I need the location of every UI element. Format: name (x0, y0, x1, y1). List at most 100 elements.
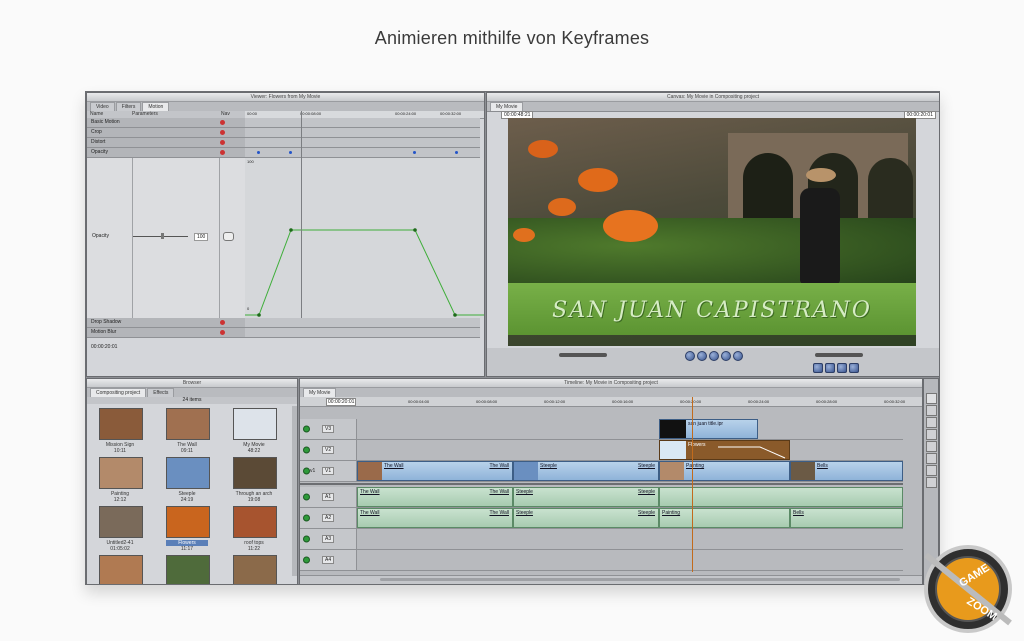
track-visibility-icon[interactable] (303, 425, 310, 433)
keyframe-marker[interactable] (455, 151, 458, 154)
transport-controls (685, 351, 743, 361)
timeline-ruler[interactable]: 00:00:20:01 00:00:04:00 00:00:08:00 00:0… (300, 397, 922, 407)
keyframe-marker[interactable] (289, 151, 292, 154)
shuttle-control[interactable] (559, 353, 607, 357)
track-visibility-icon[interactable] (303, 446, 310, 454)
track-visibility-icon[interactable] (303, 467, 310, 475)
browser-clip[interactable] (233, 555, 277, 584)
reset-icon[interactable] (220, 140, 225, 145)
keyframe-marker[interactable] (257, 151, 260, 154)
browser-clip[interactable]: roof tops 11:22 (233, 506, 277, 552)
page-headline: Animieren mithilfe von Keyframes (374, 28, 650, 48)
param-row-motion-blur[interactable]: Motion Blur (87, 328, 480, 338)
tab-effects[interactable]: Effects (147, 388, 175, 397)
add-marker-icon[interactable] (837, 363, 847, 373)
track-audio-icon[interactable] (303, 493, 310, 501)
param-row-basic-motion[interactable]: Basic Motion (87, 118, 480, 128)
razor-tool-icon[interactable] (926, 441, 937, 452)
keyframe-point[interactable] (257, 313, 261, 317)
keyframe-point[interactable] (413, 228, 417, 232)
clip-bells[interactable]: Bells (790, 461, 903, 481)
ripple-tool-icon[interactable] (926, 417, 937, 428)
browser-clip[interactable]: Untitled2-41 01:05:02 (99, 506, 143, 552)
browser-scrollbar[interactable] (292, 406, 297, 576)
browser-clip[interactable]: Mission Sign 10:11 (99, 408, 143, 454)
mark-in-icon[interactable] (813, 363, 823, 373)
browser-clip[interactable] (166, 555, 210, 584)
reset-icon[interactable] (220, 330, 225, 335)
browser-clip[interactable]: My Movie 48:22 (233, 408, 277, 454)
add-keyframe-icon[interactable] (849, 363, 859, 373)
selection-tool-icon[interactable] (926, 393, 937, 404)
param-row-crop[interactable]: Crop (87, 128, 480, 138)
mark-out-icon[interactable] (825, 363, 835, 373)
reset-icon[interactable] (220, 320, 225, 325)
timeline-playhead[interactable] (692, 397, 693, 572)
clip-thumbnail (99, 555, 143, 584)
param-row-opacity[interactable]: Opacity (87, 148, 480, 158)
browser-clip[interactable]: Through an arch 19:08 (233, 457, 277, 503)
tab-motion[interactable]: Motion (142, 102, 170, 111)
clip-steeple[interactable]: Steeple Steeple (513, 461, 659, 481)
viewer-footer: 00:00:20:01 (87, 338, 484, 376)
jog-control[interactable] (815, 353, 863, 357)
scroll-thumb[interactable] (380, 578, 900, 581)
timeline-scrollbar[interactable] (300, 575, 922, 584)
tab-my-movie[interactable]: My Movie (490, 102, 524, 111)
browser-clip[interactable] (99, 555, 143, 584)
track-audio-icon[interactable] (303, 535, 310, 543)
clip-name: Painting (662, 510, 681, 516)
play-icon[interactable] (709, 351, 719, 361)
audio-clip-bells[interactable]: Bells (790, 508, 903, 528)
opacity-value-field[interactable]: 100 (194, 233, 209, 241)
crop-tool-icon[interactable] (926, 465, 937, 476)
clip-the-wall[interactable]: The Wall The Wall (357, 461, 513, 481)
track-audio-icon[interactable] (303, 514, 310, 522)
opacity-slider-thumb[interactable] (161, 233, 164, 239)
step-forward-icon[interactable] (721, 351, 731, 361)
track-header: v1 V1 (300, 461, 357, 481)
track-label: A1 (322, 493, 335, 501)
browser-clip[interactable]: Flowers 11:17 (166, 506, 210, 552)
param-row-distort[interactable]: Distort (87, 138, 480, 148)
reset-icon[interactable] (220, 130, 225, 135)
audio-clip-steeple[interactable]: Steeple Steeple (513, 508, 659, 528)
tab-timeline-my-movie[interactable]: My Movie (303, 388, 337, 397)
go-to-end-icon[interactable] (733, 351, 743, 361)
audio-clip-painting[interactable]: Painting (659, 508, 790, 528)
tab-video[interactable]: Video (90, 102, 115, 111)
reset-icon[interactable] (220, 120, 225, 125)
keyframe-point[interactable] (453, 313, 457, 317)
browser-clip[interactable]: Painting 12:12 (99, 457, 143, 503)
step-back-icon[interactable] (697, 351, 707, 361)
zoom-tool-icon[interactable] (926, 453, 937, 464)
audio-clip-empty[interactable] (659, 487, 903, 507)
poppy-flower (578, 168, 618, 192)
tab-filters[interactable]: Filters (115, 102, 142, 111)
track-audio-icon[interactable] (303, 556, 310, 564)
clip-painting[interactable]: Painting (659, 461, 790, 481)
browser-clip[interactable]: The Wall 09:11 (166, 408, 210, 454)
pen-tool-icon[interactable] (926, 477, 937, 488)
clip-flowers[interactable]: Flowers (659, 440, 790, 460)
opacity-curve-line[interactable] (245, 229, 484, 316)
track-select-tool-icon[interactable] (926, 405, 937, 416)
audio-clip-the-wall[interactable]: The Wall The Wall (357, 508, 513, 528)
keyframe-point[interactable] (289, 228, 293, 232)
tab-compositing-project[interactable]: Compositing project (90, 388, 147, 397)
go-to-start-icon[interactable] (685, 351, 695, 361)
column-divider (132, 158, 133, 318)
keyframe-button[interactable] (223, 232, 234, 241)
audio-clip-steeple[interactable]: Steeple Steeple (513, 487, 659, 507)
clip-title[interactable]: san juan title.ipr (659, 419, 758, 439)
keyframe-marker[interactable] (413, 151, 416, 154)
track-header: A2 (300, 508, 357, 528)
reset-icon[interactable] (220, 150, 225, 155)
timeline-timecode[interactable]: 00:00:20:01 (326, 398, 357, 406)
keyframe-graph[interactable]: 100 0 (245, 111, 484, 371)
roll-tool-icon[interactable] (926, 429, 937, 440)
clip-name-end: The Wall (489, 510, 509, 516)
param-row-drop-shadow[interactable]: Drop Shadow (87, 318, 480, 328)
audio-clip-the-wall[interactable]: The Wall The Wall (357, 487, 513, 507)
browser-clip[interactable]: Steeple 24:19 (166, 457, 210, 503)
